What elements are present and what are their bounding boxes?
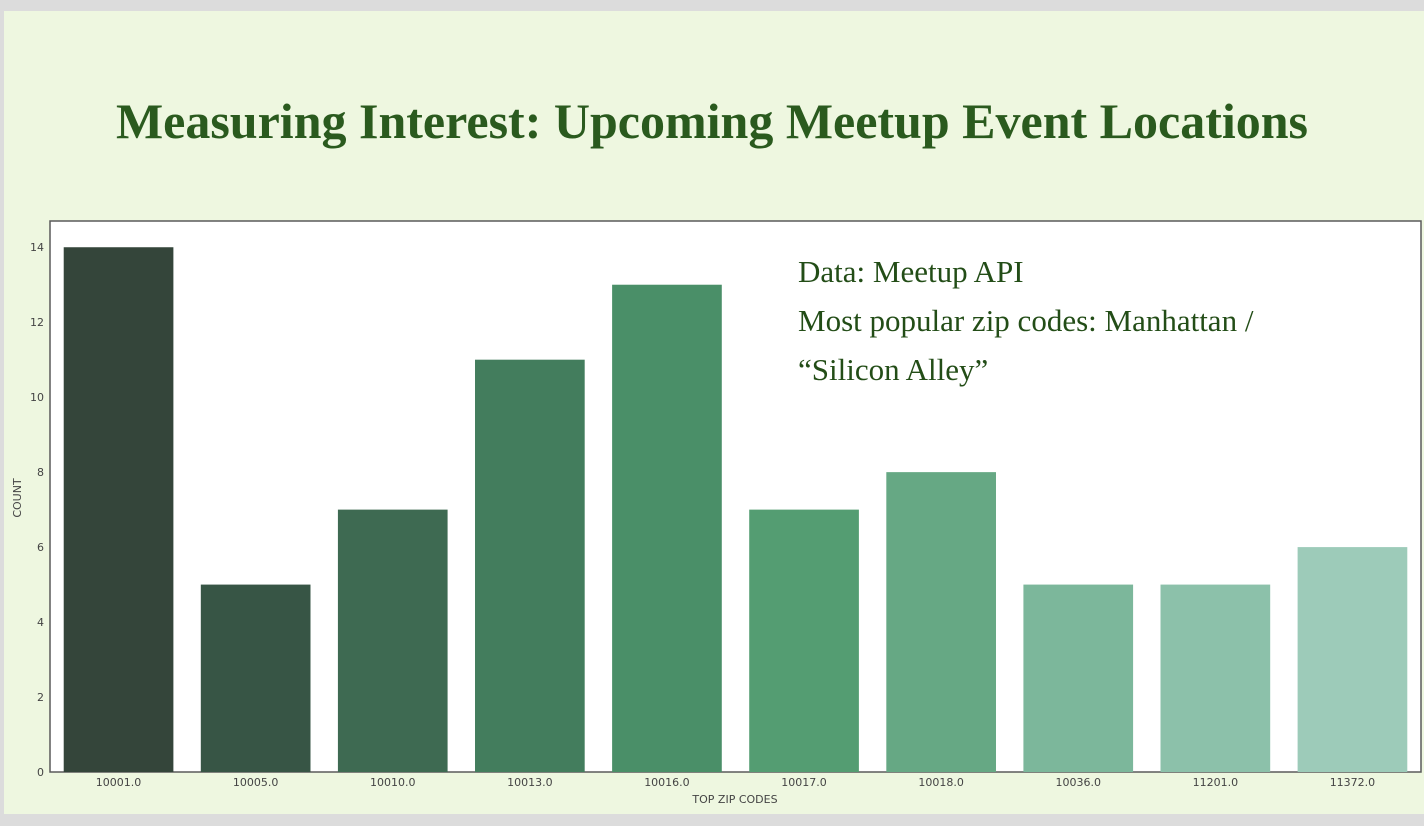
bar-chart: 0 2 4 6 8 10 12 14 10001.0 10005.0 10010.0 10013.0… (11, 220, 1422, 806)
bar-10016.0 (612, 284, 722, 772)
bar-10017.0 (749, 509, 859, 772)
x-tick-label: 10001.0 (96, 776, 142, 789)
y-tick-label: 4 (37, 616, 44, 629)
y-axis-ticks: 0 2 4 6 8 10 12 14 (30, 241, 44, 779)
x-tick-label: 11372.0 (1330, 776, 1376, 789)
x-tick-label: 10018.0 (918, 776, 964, 789)
bar-10005.0 (200, 584, 311, 772)
annotation-line-2: Most popular zip codes: Manhattan / (798, 303, 1254, 338)
x-tick-label: 10017.0 (781, 776, 827, 789)
x-tick-label: 10013.0 (507, 776, 553, 789)
y-tick-label: 6 (37, 541, 44, 554)
x-axis-ticks: 10001.0 10005.0 10010.0 10013.0 10016.0 10017… (96, 776, 1375, 789)
y-tick-label: 12 (30, 316, 44, 329)
bar-10036.0 (1023, 584, 1134, 772)
x-tick-label: 10005.0 (233, 776, 279, 789)
y-tick-label: 14 (30, 241, 44, 254)
x-axis-label: TOP ZIP CODES (691, 793, 777, 806)
annotation-line-1: Data: Meetup API (798, 254, 1024, 289)
x-tick-label: 10010.0 (370, 776, 416, 789)
bar-11201.0 (1160, 584, 1271, 772)
y-tick-label: 0 (37, 766, 44, 779)
y-axis-label: COUNT (11, 478, 24, 518)
bar-10013.0 (475, 359, 585, 772)
y-tick-label: 10 (30, 391, 44, 404)
bar-11372.0 (1297, 547, 1408, 772)
y-tick-label: 2 (37, 691, 44, 704)
x-tick-label: 10016.0 (644, 776, 690, 789)
x-tick-label: 11201.0 (1193, 776, 1239, 789)
bar-10018.0 (886, 472, 996, 772)
x-tick-label: 10036.0 (1056, 776, 1102, 789)
bar-10001.0 (63, 247, 174, 772)
annotation-line-3: “Silicon Alley” (798, 352, 988, 387)
y-tick-label: 8 (37, 466, 44, 479)
bar-10010.0 (337, 509, 448, 772)
